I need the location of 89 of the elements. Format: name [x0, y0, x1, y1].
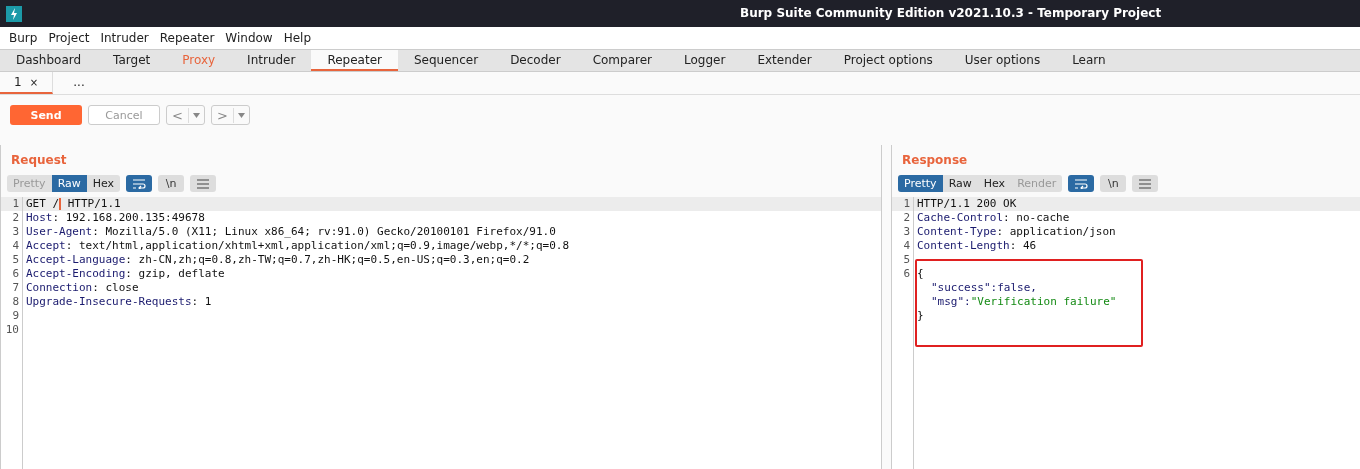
view-tab[interactable]: Hex: [86, 175, 121, 192]
request-tab[interactable]: ...: [53, 72, 105, 94]
code-text: : 46: [1009, 239, 1037, 253]
request-tab[interactable]: 1 ×: [0, 72, 53, 94]
code-text: }: [917, 309, 924, 323]
menu-button[interactable]: [190, 175, 217, 192]
wrap-button[interactable]: [126, 175, 153, 192]
header-name: "msg":: [931, 295, 971, 309]
line-number: 4: [1, 239, 23, 253]
code-text: : Mozilla/5.0 (X11; Linux x86_64; rv:91.0) Gecko/20100101 Firefox/91.0: [92, 225, 556, 239]
newline-button[interactable]: \n: [1100, 175, 1127, 192]
code-text: : zh-CN,zh;q=0.8,zh-TW;q=0.7,zh-HK;q=0.5,en-US;q=0.3,en;q=0.2: [125, 253, 530, 267]
tab[interactable]: Logger: [668, 50, 742, 71]
tab[interactable]: Dashboard: [0, 50, 98, 71]
code-text: {: [917, 267, 924, 281]
header-name: Connection: [26, 281, 93, 295]
code-text: HTTP/1.1: [66, 197, 121, 211]
menu-icon: [197, 178, 210, 189]
header-name: Accept-Encoding: [26, 267, 126, 281]
code-text: GET /: [26, 197, 60, 211]
menu-item[interactable]: Burp: [4, 31, 44, 45]
tab[interactable]: Learn: [1056, 50, 1122, 71]
line-number: 5: [1, 253, 23, 267]
menu-item[interactable]: Window: [220, 31, 279, 45]
line-number: 7: [1, 281, 23, 295]
header-name: Accept-Language: [26, 253, 126, 267]
tab[interactable]: Repeater: [311, 50, 398, 71]
code-text: : application/json: [996, 225, 1116, 239]
wrap-button[interactable]: [1068, 175, 1095, 192]
code-text: : no-cache: [1003, 211, 1070, 225]
menu-button[interactable]: [1132, 175, 1159, 192]
wrap-icon: [1074, 178, 1089, 189]
caret-icon: [192, 112, 200, 118]
tab[interactable]: Decoder: [494, 50, 577, 71]
tab[interactable]: Extender: [741, 50, 828, 71]
menu-icon: [1139, 178, 1152, 189]
header-name: Content-Type: [917, 225, 997, 239]
line-number: 2: [892, 211, 914, 225]
view-tab[interactable]: Hex: [977, 175, 1012, 192]
code-text: HTTP/1.1 200 OK: [917, 197, 1017, 211]
header-name: "success":false,: [931, 281, 1037, 295]
tab[interactable]: Comparer: [576, 50, 668, 71]
code-text: : 192.168.200.135:49678: [52, 211, 205, 225]
line-number: 8: [1, 295, 23, 309]
line-number: 5: [892, 253, 914, 267]
panel-title: Response: [901, 152, 969, 169]
view-tab[interactable]: Raw: [51, 175, 87, 192]
window-title: Burp Suite Community Edition v2021.10.3 - Temporary Project: [740, 6, 1162, 20]
caret-icon: [237, 112, 245, 118]
line-number: 1: [892, 197, 914, 211]
header-name: Host: [26, 211, 53, 225]
view-tab[interactable]: Raw: [942, 175, 978, 192]
code-text: : gzip, deflate: [125, 267, 225, 281]
tab[interactable]: Project options: [827, 50, 949, 71]
line-number: 6: [1, 267, 23, 281]
panel-title: Request: [10, 152, 68, 169]
line-number: 6: [892, 267, 914, 281]
tab[interactable]: Target: [97, 50, 167, 71]
newline-button[interactable]: \n: [158, 175, 185, 192]
line-number: 1: [1, 197, 23, 211]
header-name: Upgrade-Insecure-Requests: [26, 295, 192, 309]
header-name: User-Agent: [26, 225, 93, 239]
menu-item[interactable]: Intruder: [95, 31, 155, 45]
line-number: 2: [1, 211, 23, 225]
string-value: "Verification failure": [970, 295, 1117, 309]
code-text: : text/html,application/xhtml+xml,application/xml;q=0.9,image/webp,*/*;q=0.8: [65, 239, 570, 253]
menu-item[interactable]: Help: [278, 31, 318, 45]
line-number: 4: [892, 239, 914, 253]
text-cursor: [59, 198, 62, 210]
wrap-icon: [132, 178, 147, 189]
menu-item[interactable]: Project: [43, 31, 96, 45]
app-logo-icon: [6, 5, 22, 22]
code-text: : 1: [191, 295, 212, 309]
forward-button[interactable]: >: [210, 105, 250, 125]
line-number: 3: [1, 225, 23, 239]
line-number: 3: [892, 225, 914, 239]
line-number: 10: [1, 323, 23, 337]
menu-item[interactable]: Repeater: [154, 31, 221, 45]
line-number: 9: [1, 309, 23, 323]
tab[interactable]: Sequencer: [398, 50, 495, 71]
tab[interactable]: Intruder: [231, 50, 312, 71]
header-name: Cache-Control: [917, 211, 1004, 225]
code-text: : close: [92, 281, 139, 295]
back-button[interactable]: <: [166, 105, 205, 125]
header-name: Content-Length: [917, 239, 1010, 253]
view-tab[interactable]: Pretty: [898, 175, 943, 192]
header-name: Accept: [26, 239, 66, 253]
close-icon[interactable]: ×: [29, 76, 38, 88]
tab[interactable]: User options: [948, 50, 1057, 71]
